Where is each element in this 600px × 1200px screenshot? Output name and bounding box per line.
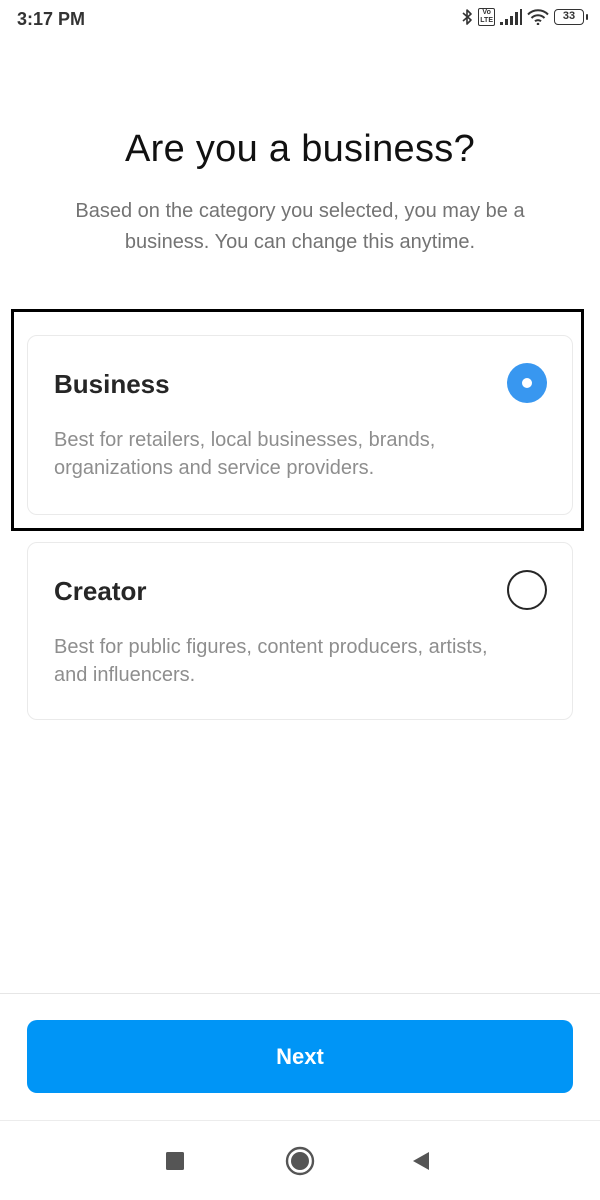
navigation-bar [0, 1121, 600, 1200]
option-card-business[interactable]: Business Best for retailers, local busin… [27, 335, 573, 515]
option-description-business: Best for retailers, local businesses, br… [54, 429, 436, 479]
bluetooth-icon [462, 8, 473, 26]
signal-icon [500, 9, 522, 25]
page-title: Are you a business? [124, 128, 476, 170]
footer-divider [0, 993, 600, 994]
recents-icon[interactable] [157, 1143, 193, 1179]
status-bar: 3:17 PM Vo LTE 33 [0, 0, 600, 40]
home-icon[interactable] [282, 1143, 318, 1179]
status-time: 3:17 PM [17, 9, 86, 29]
status-icons: Vo LTE 33 [462, 8, 588, 26]
battery-icon: 33 [554, 9, 588, 25]
wifi-icon [527, 9, 549, 25]
volte-icon: Vo LTE [478, 8, 495, 26]
option-title-creator: Creator [54, 576, 147, 606]
option-card-creator[interactable]: Creator Best for public figures, content… [27, 542, 573, 720]
back-icon[interactable] [403, 1143, 439, 1179]
radio-unselected-icon[interactable] [507, 570, 547, 610]
radio-selected-icon[interactable] [507, 363, 547, 403]
next-button[interactable]: Next [27, 1020, 573, 1093]
option-description-creator: Best for public figures, content produce… [54, 636, 488, 686]
page-subtitle: Based on the category you selected, you … [75, 200, 525, 253]
option-title-business: Business [54, 369, 170, 399]
